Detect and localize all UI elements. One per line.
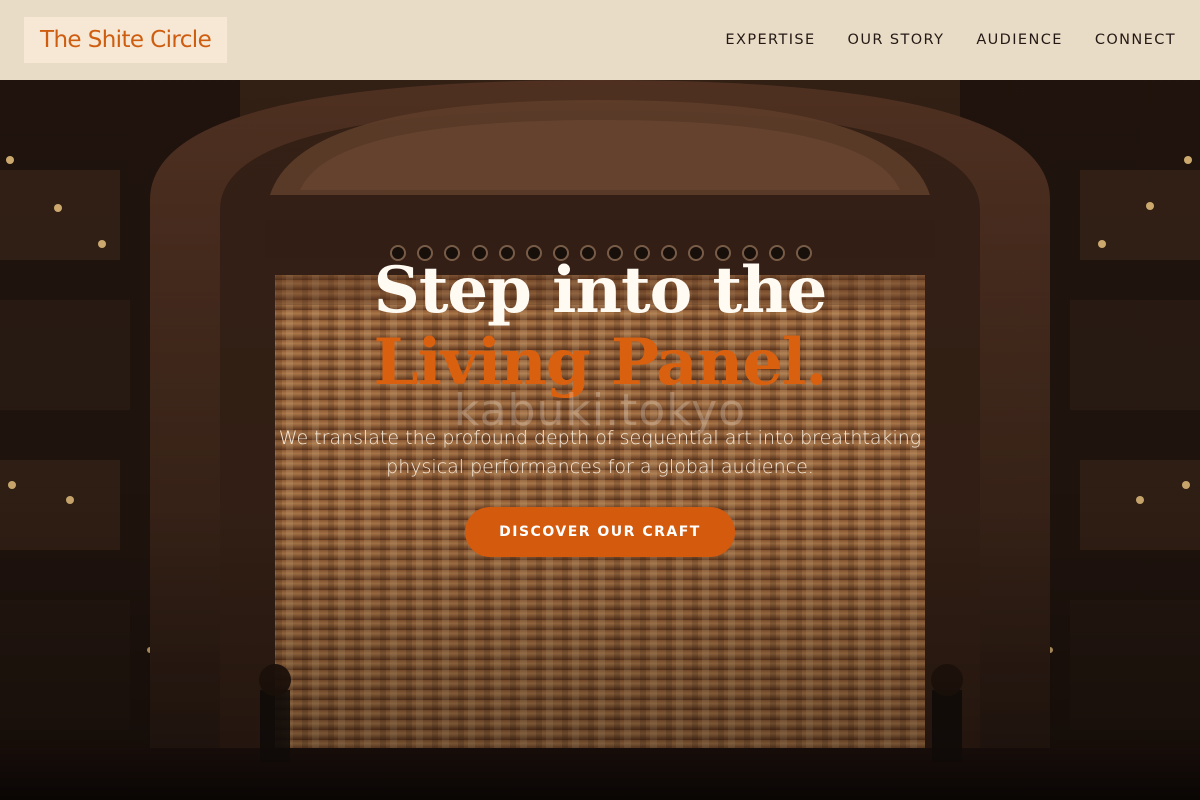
hero-section: Step into the Living Panel. kabuki.tokyo…: [0, 80, 1200, 800]
headline-line-1: Step into the: [373, 253, 828, 328]
hero-headline: Step into the Living Panel.: [0, 255, 1200, 399]
site-logo[interactable]: The Shite Circle: [24, 17, 228, 63]
hero-subtext: We translate the profound depth of seque…: [278, 427, 922, 478]
nav-item-connect[interactable]: CONNECT: [1095, 32, 1176, 48]
page: The Shite Circle EXPERTISE OUR STORY AUD…: [0, 0, 1200, 800]
main-nav: EXPERTISE OUR STORY AUDIENCE CONNECT: [725, 32, 1176, 48]
nav-item-our-story[interactable]: OUR STORY: [848, 32, 945, 48]
nav-item-expertise[interactable]: EXPERTISE: [725, 32, 815, 48]
hero-content: Step into the Living Panel. kabuki.tokyo…: [0, 80, 1200, 800]
discover-our-craft-button[interactable]: DISCOVER OUR CRAFT: [465, 507, 735, 557]
site-header: The Shite Circle EXPERTISE OUR STORY AUD…: [0, 0, 1200, 80]
nav-item-audience[interactable]: AUDIENCE: [976, 32, 1062, 48]
